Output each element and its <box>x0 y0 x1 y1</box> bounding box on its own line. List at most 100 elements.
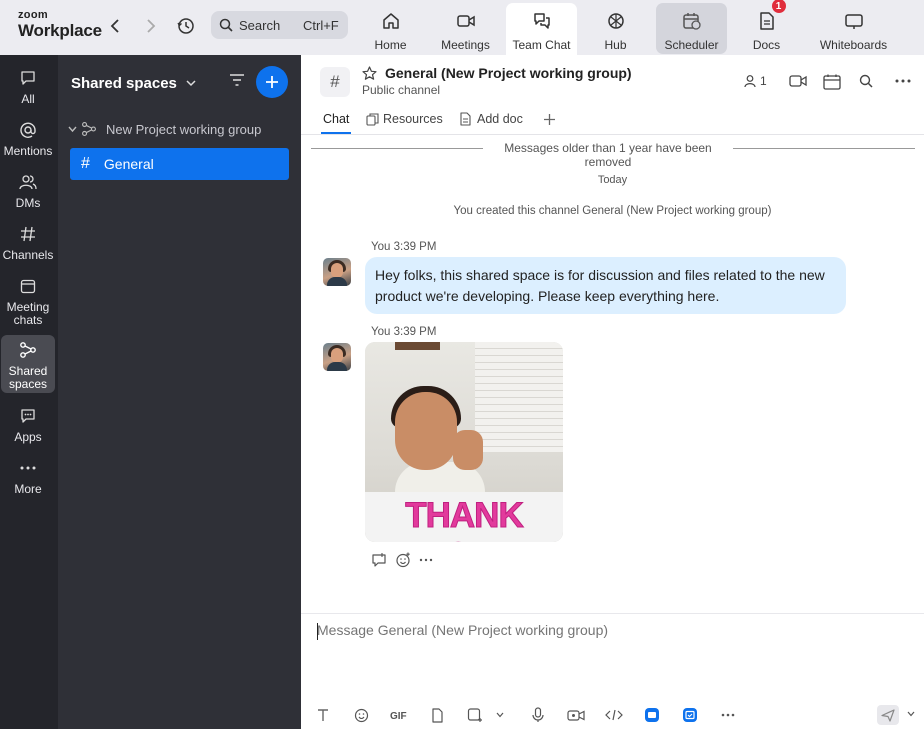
add-tab-icon[interactable] <box>543 113 556 126</box>
copy-icon <box>366 112 379 126</box>
whiteboard-icon <box>844 3 864 31</box>
search-box[interactable]: Search Ctrl+F <box>211 11 348 39</box>
system-message: You created this channel General (New Pr… <box>453 205 772 217</box>
rail-item-meeting-chats[interactable]: Meeting chats <box>1 275 55 327</box>
tab-home[interactable]: Home <box>355 3 426 54</box>
tab-docs[interactable]: 1 Docs <box>731 0 802 54</box>
video-call-icon[interactable] <box>789 74 807 88</box>
message-bubble[interactable]: Hey folks, this shared space is for disc… <box>365 257 846 314</box>
rail-label: DMs <box>15 196 41 210</box>
search-icon[interactable] <box>859 74 873 88</box>
member-count: 1 <box>760 74 767 88</box>
hub-icon <box>606 3 626 31</box>
message-actions <box>371 552 433 568</box>
emoji-reaction-icon[interactable] <box>395 552 411 568</box>
calendar-icon <box>20 275 36 297</box>
tab-scheduler[interactable]: Scheduler <box>656 3 727 54</box>
search-label: Search <box>239 18 281 33</box>
docs-badge: 1 <box>771 0 786 13</box>
send-options-chevron-icon[interactable] <box>907 711 915 717</box>
logo-top: zoom <box>18 9 48 21</box>
space-group-item[interactable]: New Project working group <box>68 121 261 137</box>
person-icon <box>744 74 758 88</box>
tab-hub[interactable]: Hub <box>580 3 651 54</box>
avatar[interactable] <box>323 258 351 286</box>
back-arrow-icon[interactable] <box>105 16 125 36</box>
at-icon <box>19 119 37 141</box>
code-snippet-icon[interactable] <box>605 705 623 725</box>
more-options-icon[interactable] <box>895 79 911 83</box>
forward-arrow-icon[interactable] <box>141 16 161 36</box>
calendar-icon[interactable] <box>823 74 841 90</box>
more-icon <box>20 457 36 479</box>
reply-icon[interactable] <box>371 552 387 568</box>
filter-icon[interactable] <box>229 73 245 87</box>
rail-item-mentions[interactable]: Mentions <box>1 119 55 158</box>
send-button[interactable] <box>877 705 899 725</box>
date-separator: Today <box>597 174 628 186</box>
svg-text:GIF: GIF <box>390 711 407 720</box>
hash-icon: # <box>81 155 90 172</box>
rail-item-channels[interactable]: Channels <box>1 223 55 262</box>
tab-chat[interactable]: Chat <box>323 112 349 126</box>
rail-item-shared-spaces[interactable]: Shared spaces <box>1 335 55 393</box>
apps-icon <box>20 405 36 427</box>
gif-icon[interactable]: GIF <box>389 705 411 725</box>
video-camera-icon <box>456 3 476 31</box>
text-format-icon[interactable] <box>315 705 331 725</box>
tab-resources[interactable]: Resources <box>366 112 443 126</box>
screenshot-icon[interactable] <box>467 705 483 725</box>
rail-item-all[interactable]: All <box>1 67 55 106</box>
avatar[interactable] <box>323 343 351 371</box>
more-icon[interactable] <box>720 705 736 725</box>
file-icon[interactable] <box>429 705 445 725</box>
star-icon[interactable] <box>362 66 377 81</box>
text-caret <box>317 623 318 640</box>
tab-label: Add doc <box>477 112 523 126</box>
members-button[interactable]: 1 <box>744 74 767 88</box>
tab-team-chat[interactable]: Team Chat <box>506 3 577 55</box>
tab-whiteboards[interactable]: Whiteboards <box>806 3 901 54</box>
older-messages-notice: Messages older than 1 year have been rem… <box>483 141 733 169</box>
group-label: New Project working group <box>106 121 262 137</box>
chevron-down-icon <box>186 80 196 87</box>
home-icon <box>381 3 401 31</box>
add-button[interactable] <box>256 66 288 98</box>
tab-add-doc[interactable]: Add doc <box>459 112 523 126</box>
history-clock-icon[interactable] <box>176 16 196 36</box>
tab-label: Scheduler <box>664 38 719 52</box>
logo-bottom: Workplace <box>18 21 102 40</box>
sidebar: Shared spaces New Project working group … <box>58 55 301 729</box>
message-input[interactable] <box>317 622 907 638</box>
shared-spaces-dropdown[interactable]: Shared spaces <box>71 75 196 92</box>
channel-item-general[interactable]: # General <box>70 148 289 180</box>
more-icon[interactable] <box>419 558 433 562</box>
channel-hash-icon: # <box>320 67 350 97</box>
hash-icon <box>20 223 36 245</box>
rail-label: More <box>14 482 42 496</box>
app-blue-icon[interactable] <box>644 705 660 725</box>
tab-label: Hub <box>604 38 627 52</box>
people-icon <box>19 171 37 193</box>
chat-tabs: Chat Resources Add doc <box>301 105 924 135</box>
chevron-down-icon[interactable] <box>495 705 505 725</box>
zoom-workplace-logo: zoom Workplace <box>18 9 102 41</box>
gif-image[interactable]: THANK YOU! <box>365 342 563 542</box>
video-message-icon[interactable] <box>567 705 585 725</box>
rail-item-more[interactable]: More <box>1 457 55 496</box>
rail-label: Shared spaces <box>8 364 48 391</box>
emoji-icon[interactable] <box>353 705 369 725</box>
rail-item-apps[interactable]: Apps <box>1 405 55 444</box>
tab-meetings[interactable]: Meetings <box>430 3 501 54</box>
channel-label: General <box>103 156 154 172</box>
active-tab-indicator <box>321 132 351 134</box>
message-meta: You 3:39 PM <box>371 241 437 253</box>
rail-label: Meeting chats <box>6 300 50 327</box>
composer-divider <box>301 613 924 614</box>
channel-subtitle: Public channel <box>362 83 441 97</box>
microphone-icon[interactable] <box>531 705 545 725</box>
scheduler-app-icon[interactable] <box>682 705 698 725</box>
rail-item-dms[interactable]: DMs <box>1 171 55 210</box>
left-rail: All Mentions DMs Channels Meeting chats … <box>0 55 58 729</box>
doc-add-icon <box>459 112 472 126</box>
